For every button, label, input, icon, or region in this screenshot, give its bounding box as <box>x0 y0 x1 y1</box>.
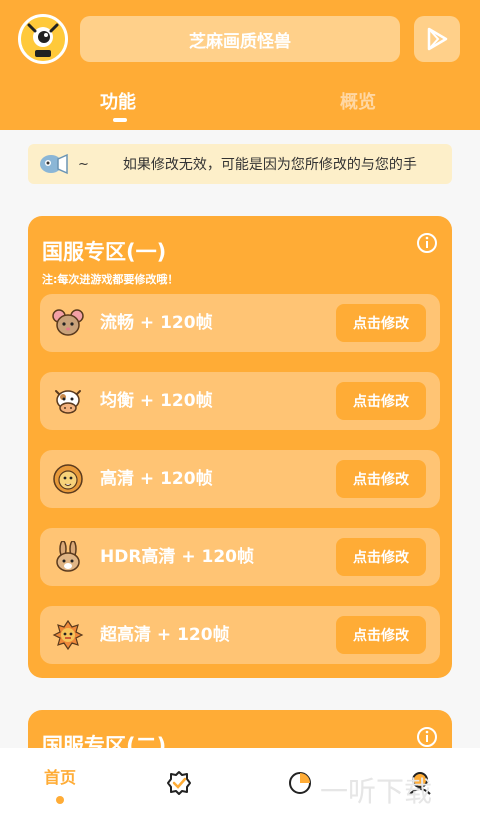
rabbit-icon <box>56 541 80 572</box>
list-item: 流畅 + 120帧 点击修改 <box>40 294 440 352</box>
play-icon <box>427 27 448 51</box>
app-title: 芝麻画质怪兽 <box>80 16 400 62</box>
section-cn-server-1: 国服专区(一) 注:每次进游戏都要修改哦！ 流畅 + 120帧 点击修改 均衡 … <box>28 216 452 678</box>
modify-button[interactable]: 点击修改 <box>336 616 426 654</box>
nav-home[interactable]: 首页 <box>30 748 90 820</box>
dragon-icon <box>52 619 84 651</box>
list-item: HDR高清 + 120帧 点击修改 <box>40 528 440 586</box>
monster-avatar-icon <box>21 17 65 61</box>
nav-home-label: 首页 <box>43 768 76 787</box>
tab-overview[interactable]: 概览 <box>340 88 376 114</box>
list-item: 均衡 + 120帧 点击修改 <box>40 372 440 430</box>
modify-button[interactable]: 点击修改 <box>336 460 426 498</box>
badge-check-icon[interactable] <box>166 770 192 796</box>
info-icon[interactable] <box>416 232 438 254</box>
row-label: 均衡 + 120帧 <box>100 391 213 411</box>
lion-icon <box>53 464 83 494</box>
modify-button[interactable]: 点击修改 <box>336 304 426 342</box>
row-label: 流畅 + 120帧 <box>100 313 213 333</box>
list-item: 高清 + 120帧 点击修改 <box>40 450 440 508</box>
notice-bar: ~ 如果修改无效，可能是因为您所修改的与您的手 <box>28 144 452 184</box>
app-header: 芝麻画质怪兽 功能 概览 <box>0 0 480 130</box>
section-title: 国服专区(一) <box>42 240 167 264</box>
active-tab-indicator <box>113 118 127 122</box>
watermark-logo: 一听下载 <box>320 775 433 808</box>
info-icon[interactable] <box>416 726 438 748</box>
list-item: 超高清 + 120帧 点击修改 <box>40 606 440 664</box>
section-note: 注:每次进游戏都要修改哦！ <box>42 273 179 286</box>
notice-text: 如果修改无效，可能是因为您所修改的与您的手 <box>122 157 417 173</box>
mouse-icon <box>52 309 84 336</box>
tab-function[interactable]: 功能 <box>100 88 136 114</box>
row-label: 超高清 + 120帧 <box>100 625 230 645</box>
modify-button[interactable]: 点击修改 <box>336 538 426 576</box>
play-button[interactable] <box>414 16 460 62</box>
row-label: 高清 + 120帧 <box>100 469 213 489</box>
modify-button[interactable]: 点击修改 <box>336 382 426 420</box>
pie-chart-icon[interactable] <box>287 770 313 796</box>
avatar[interactable] <box>18 14 68 64</box>
active-nav-dot <box>56 796 64 804</box>
megaphone-icon <box>40 153 68 175</box>
notice-tilde: ~ <box>78 156 89 172</box>
cow-icon <box>55 390 81 414</box>
row-label: HDR高清 + 120帧 <box>100 547 254 567</box>
